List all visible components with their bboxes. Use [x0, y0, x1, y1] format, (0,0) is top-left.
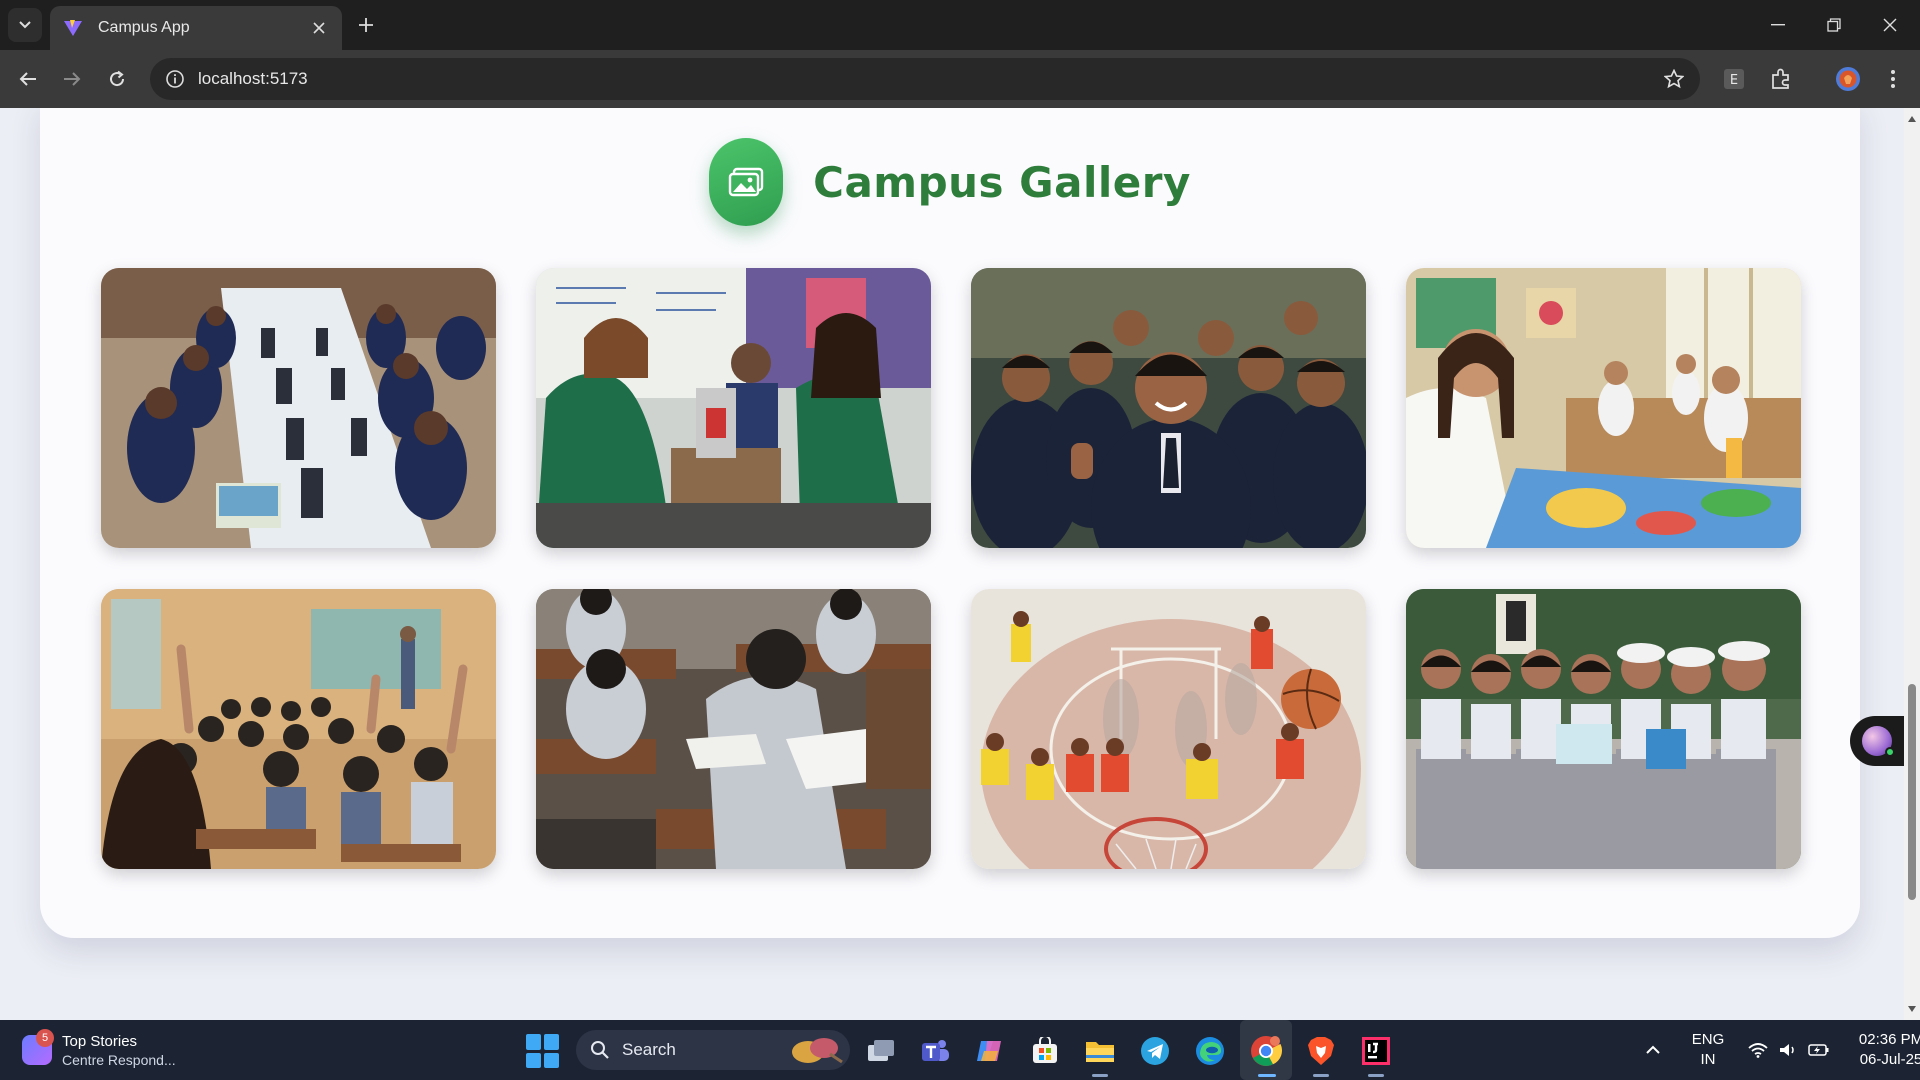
bookmark-star-icon[interactable]: [1654, 58, 1694, 100]
gallery-photo-students-group[interactable]: [1406, 589, 1801, 869]
gallery-photo-exam-hall[interactable]: [536, 589, 931, 869]
gallery-photo-students-thumbs-up[interactable]: [971, 268, 1366, 548]
page-scrollbar[interactable]: [1904, 108, 1920, 1020]
search-icon: [591, 1041, 609, 1059]
images-icon: [728, 167, 764, 197]
file-explorer-icon[interactable]: [1081, 1032, 1119, 1070]
running-indicator: [1368, 1074, 1384, 1077]
windows-taskbar: 5 Top Stories Centre Respond... Search E…: [0, 1020, 1920, 1080]
reload-button[interactable]: [101, 63, 133, 95]
teams-icon[interactable]: [916, 1032, 954, 1070]
gallery-section: Campus Gallery: [40, 108, 1860, 938]
close-icon: [1883, 18, 1897, 32]
minimize-button[interactable]: [1750, 0, 1806, 50]
vite-icon: [62, 17, 84, 39]
active-indicator: [1258, 1074, 1276, 1077]
address-bar[interactable]: localhost:5173: [150, 58, 1700, 100]
quick-settings[interactable]: [1748, 1042, 1830, 1058]
browser-tab-strip: Campus App: [0, 0, 1920, 50]
task-view-icon[interactable]: [862, 1032, 900, 1070]
gallery-photo-classroom-hands-raised[interactable]: [101, 589, 496, 869]
restore-button[interactable]: [1806, 0, 1862, 50]
minimize-icon: [1771, 24, 1785, 26]
system-tray: ENG IN 02:36 PM 06-Jul-25: [1638, 1020, 1920, 1080]
gallery-title: Campus Gallery: [813, 157, 1191, 207]
running-indicator: [1092, 1074, 1108, 1077]
gallery-photo-art-class[interactable]: [1406, 268, 1801, 548]
url-text: localhost:5173: [198, 69, 308, 88]
clock[interactable]: 02:36 PM 06-Jul-25: [1856, 1030, 1920, 1070]
plus-icon: [359, 18, 373, 32]
gallery-photo-basketball-court[interactable]: [971, 589, 1366, 869]
start-button[interactable]: [526, 1034, 560, 1068]
reload-icon: [110, 70, 125, 87]
online-status-dot: [1885, 747, 1895, 757]
restore-icon: [1827, 18, 1841, 32]
extension-e-icon[interactable]: E: [1718, 63, 1750, 95]
show-hidden-icons-chevron-icon[interactable]: [1638, 1045, 1668, 1055]
news-widget-icon: 5: [22, 1029, 54, 1065]
search-label: Search: [622, 1040, 676, 1059]
gallery-grid: [101, 268, 1801, 869]
microsoft-store-icon[interactable]: [1026, 1032, 1064, 1070]
arrow-right-icon: [64, 72, 81, 86]
edge-icon[interactable]: [1191, 1032, 1229, 1070]
close-tab-icon[interactable]: [308, 17, 330, 39]
extensions-puzzle-icon[interactable]: [1765, 63, 1797, 95]
arrow-left-icon: [19, 72, 36, 86]
volume-icon: [1780, 1044, 1794, 1056]
language-indicator[interactable]: ENG IN: [1688, 1030, 1728, 1070]
windows-logo-pane: [526, 1052, 541, 1068]
assistant-avatar-icon: [1862, 726, 1895, 757]
search-highlight-icon: [792, 1038, 843, 1064]
back-button[interactable]: [12, 63, 44, 95]
scroll-thumb[interactable]: [1908, 684, 1916, 900]
region-code: IN: [1700, 1051, 1716, 1068]
taskbar-search[interactable]: Search: [576, 1030, 850, 1070]
gallery-photo-science-lab[interactable]: [536, 268, 931, 548]
windows-logo-pane: [544, 1034, 559, 1050]
gallery-photo-computer-lab[interactable]: [101, 268, 496, 548]
svg-text:E: E: [1730, 73, 1738, 88]
news-widget[interactable]: 5 Top Stories Centre Respond...: [22, 1028, 222, 1072]
gallery-header: Campus Gallery: [40, 136, 1860, 228]
news-title: Top Stories: [62, 1032, 138, 1050]
tab-title: Campus App: [98, 19, 190, 36]
chat-assistant-button[interactable]: [1850, 716, 1910, 766]
browser-menu-icon[interactable]: [1877, 63, 1909, 95]
tab-search-button[interactable]: [8, 8, 42, 42]
chevron-down-icon: [19, 21, 31, 29]
chrome-icon[interactable]: [1247, 1032, 1285, 1070]
browser-toolbar: localhost:5173 E: [0, 50, 1920, 108]
site-info-icon[interactable]: [154, 58, 196, 100]
news-count-badge: 5: [36, 1029, 54, 1047]
wifi-icon: [1748, 1043, 1768, 1058]
gallery-badge: [709, 138, 784, 226]
close-window-button[interactable]: [1862, 0, 1918, 50]
brave-icon[interactable]: [1302, 1032, 1340, 1070]
profile-avatar-icon[interactable]: [1832, 63, 1864, 95]
language-code: ENG: [1691, 1031, 1725, 1048]
scroll-up-arrow-icon[interactable]: [1907, 114, 1917, 124]
windows-logo-pane: [526, 1034, 541, 1050]
news-subtitle: Centre Respond...: [62, 1051, 176, 1068]
copilot-icon[interactable]: [971, 1032, 1009, 1070]
running-indicator: [1313, 1074, 1329, 1077]
scroll-down-arrow-icon[interactable]: [1907, 1004, 1917, 1014]
page-viewport: Campus Gallery: [0, 108, 1904, 1020]
intellij-icon[interactable]: [1357, 1032, 1395, 1070]
forward-button[interactable]: [56, 63, 88, 95]
telegram-icon[interactable]: [1136, 1032, 1174, 1070]
clock-time: 02:36 PM: [1858, 1031, 1920, 1048]
windows-logo-pane: [544, 1052, 559, 1068]
browser-tab[interactable]: Campus App: [50, 6, 342, 50]
battery-charging-icon: [1808, 1044, 1829, 1056]
new-tab-button[interactable]: [352, 11, 380, 39]
clock-date: 06-Jul-25: [1859, 1051, 1920, 1068]
